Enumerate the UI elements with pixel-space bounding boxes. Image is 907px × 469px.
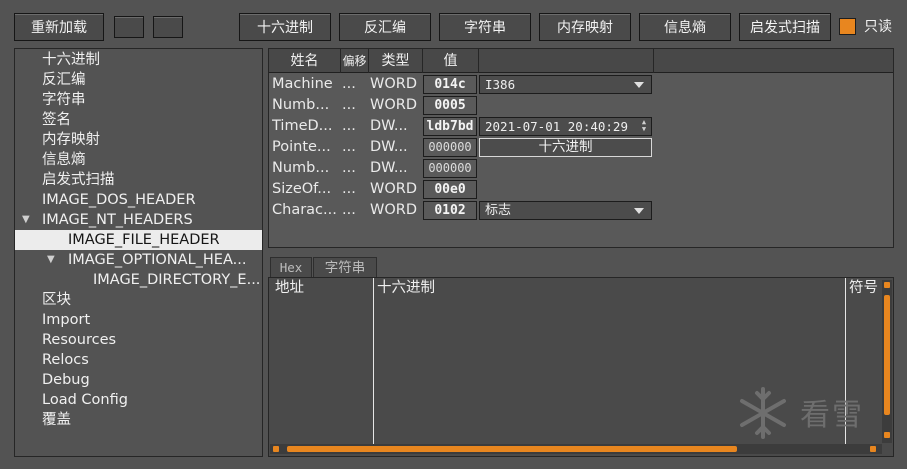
heuristic-scan-button[interactable]: 启发式扫描	[739, 13, 831, 41]
horizontal-scroll-thumb[interactable]	[287, 446, 737, 452]
expand-arrow-icon[interactable]: ▼	[47, 250, 55, 270]
column-type[interactable]: 类型	[369, 49, 423, 73]
field-value[interactable]: 000000	[423, 159, 477, 178]
expand-arrow-icon[interactable]: ▼	[22, 210, 30, 230]
hex-column-header: 十六进制	[377, 280, 435, 296]
vertical-scrollbar[interactable]	[882, 280, 892, 443]
field-offset: ...	[342, 202, 356, 218]
tree-item-relocs[interactable]: Relocs	[42, 350, 289, 370]
field-type: WORD	[370, 181, 417, 197]
spin-arrows-icon[interactable]: ▲ ▼	[639, 119, 649, 134]
tree-item-strings[interactable]: 字符串	[42, 90, 289, 110]
reload-button[interactable]: 重新加载	[14, 13, 104, 41]
tree-item-optional-header[interactable]: IMAGE_OPTIONAL_HEA...	[68, 250, 262, 270]
tree-item-dos-header[interactable]: IMAGE_DOS_HEADER	[42, 190, 289, 210]
memmap-view-button[interactable]: 内存映射	[539, 13, 631, 41]
readonly-checkbox[interactable]	[839, 18, 856, 35]
field-type: WORD	[370, 202, 417, 218]
table-header: 姓名 偏移 类型 值	[269, 49, 893, 73]
tree-item-overlay[interactable]: 覆盖	[42, 410, 289, 430]
vertical-scroll-thumb[interactable]	[884, 295, 890, 415]
field-value[interactable]: 0005	[423, 96, 477, 115]
tree-item-nt-headers[interactable]: IMAGE_NT_HEADERS	[42, 210, 262, 230]
tree-item-memmap[interactable]: 内存映射	[42, 130, 289, 150]
field-offset: ...	[342, 76, 356, 92]
field-name: Machine	[272, 76, 333, 92]
field-type: WORD	[370, 76, 417, 92]
column-offset[interactable]: 偏移	[341, 49, 369, 73]
watermark-text: 看雪	[800, 398, 864, 433]
chevron-down-icon	[634, 82, 644, 88]
symbol-column-header: 符号	[849, 280, 878, 296]
tree-item-heuristic[interactable]: 启发式扫描	[42, 170, 289, 190]
field-name: Charac...	[272, 202, 337, 218]
field-type: DW...	[370, 139, 408, 155]
hex-jump-button[interactable]: 十六进制	[479, 138, 652, 157]
tree-item-load-config[interactable]: Load Config	[42, 390, 289, 410]
chevron-down-icon	[634, 208, 644, 214]
structure-tree[interactable]: 十六进制 反汇编 字符串 签名 内存映射 信息熵 启发式扫描 IMAGE_DOS…	[14, 48, 263, 457]
tree-item-debug[interactable]: Debug	[42, 370, 289, 390]
field-type: DW...	[370, 160, 408, 176]
entropy-view-button[interactable]: 信息熵	[639, 13, 731, 41]
tree-item-sections[interactable]: 区块	[42, 290, 289, 310]
hex-view-button[interactable]: 十六进制	[239, 13, 331, 41]
tree-item-entropy[interactable]: 信息熵	[42, 150, 289, 170]
field-name: Pointe...	[272, 139, 331, 155]
column-extra	[479, 49, 654, 73]
scroll-up-icon[interactable]	[884, 282, 890, 288]
horizontal-scrollbar[interactable]	[270, 444, 882, 454]
field-offset: ...	[342, 139, 356, 155]
disasm-view-button[interactable]: 反汇编	[339, 13, 431, 41]
scroll-right-icon[interactable]	[870, 446, 876, 452]
strings-view-button[interactable]: 字符串	[439, 13, 531, 41]
scroll-left-icon[interactable]	[273, 446, 279, 452]
field-value[interactable]: 00e0	[423, 180, 477, 199]
field-name: SizeOf...	[272, 181, 332, 197]
readonly-label: 只读	[864, 19, 892, 35]
field-offset: ...	[342, 160, 356, 176]
blank-button-2[interactable]	[153, 16, 183, 38]
column-name[interactable]: 姓名	[269, 49, 341, 73]
field-offset: ...	[342, 118, 356, 134]
column-divider	[373, 278, 374, 444]
field-offset: ...	[342, 97, 356, 113]
characteristics-select-value: 标志	[485, 203, 512, 218]
machine-select[interactable]: I386	[479, 75, 652, 94]
tab-hex[interactable]: Hex	[270, 257, 312, 278]
timestamp-datetime-value: 2021-07-01 20:40:29	[485, 119, 628, 134]
field-value[interactable]: 0102	[423, 201, 477, 220]
panel-splitter[interactable]	[268, 250, 894, 256]
snowflake-logo-icon	[740, 387, 786, 439]
field-name: Numb...	[272, 160, 330, 176]
tree-item-hex[interactable]: 十六进制	[42, 50, 289, 70]
tree-item-file-header[interactable]: IMAGE_FILE_HEADER	[15, 230, 262, 250]
address-column-header: 地址	[275, 280, 304, 296]
blank-button-1[interactable]	[114, 16, 144, 38]
characteristics-select[interactable]: 标志	[479, 201, 652, 220]
tree-item-import[interactable]: Import	[42, 310, 289, 330]
field-type: WORD	[370, 97, 417, 113]
field-type: DW...	[370, 118, 408, 134]
field-value[interactable]: ldb7bd	[423, 117, 477, 136]
machine-select-value: I386	[485, 77, 516, 92]
scroll-down-icon[interactable]	[884, 432, 890, 438]
column-value[interactable]: 值	[423, 49, 479, 73]
field-name: Numb...	[272, 97, 330, 113]
tree-item-resources[interactable]: Resources	[42, 330, 289, 350]
field-value[interactable]: 000000	[423, 138, 477, 157]
tree-item-signature[interactable]: 签名	[42, 110, 289, 130]
field-offset: ...	[342, 181, 356, 197]
field-name: TimeD...	[272, 118, 333, 134]
tree-item-disasm[interactable]: 反汇编	[42, 70, 289, 90]
field-value[interactable]: 014c	[423, 75, 477, 94]
tree-item-directory-entry[interactable]: IMAGE_DIRECTORY_E...	[93, 270, 262, 290]
timestamp-datetime-field[interactable]: 2021-07-01 20:40:29 ▲ ▼	[479, 117, 652, 136]
tab-strings[interactable]: 字符串	[313, 257, 377, 278]
